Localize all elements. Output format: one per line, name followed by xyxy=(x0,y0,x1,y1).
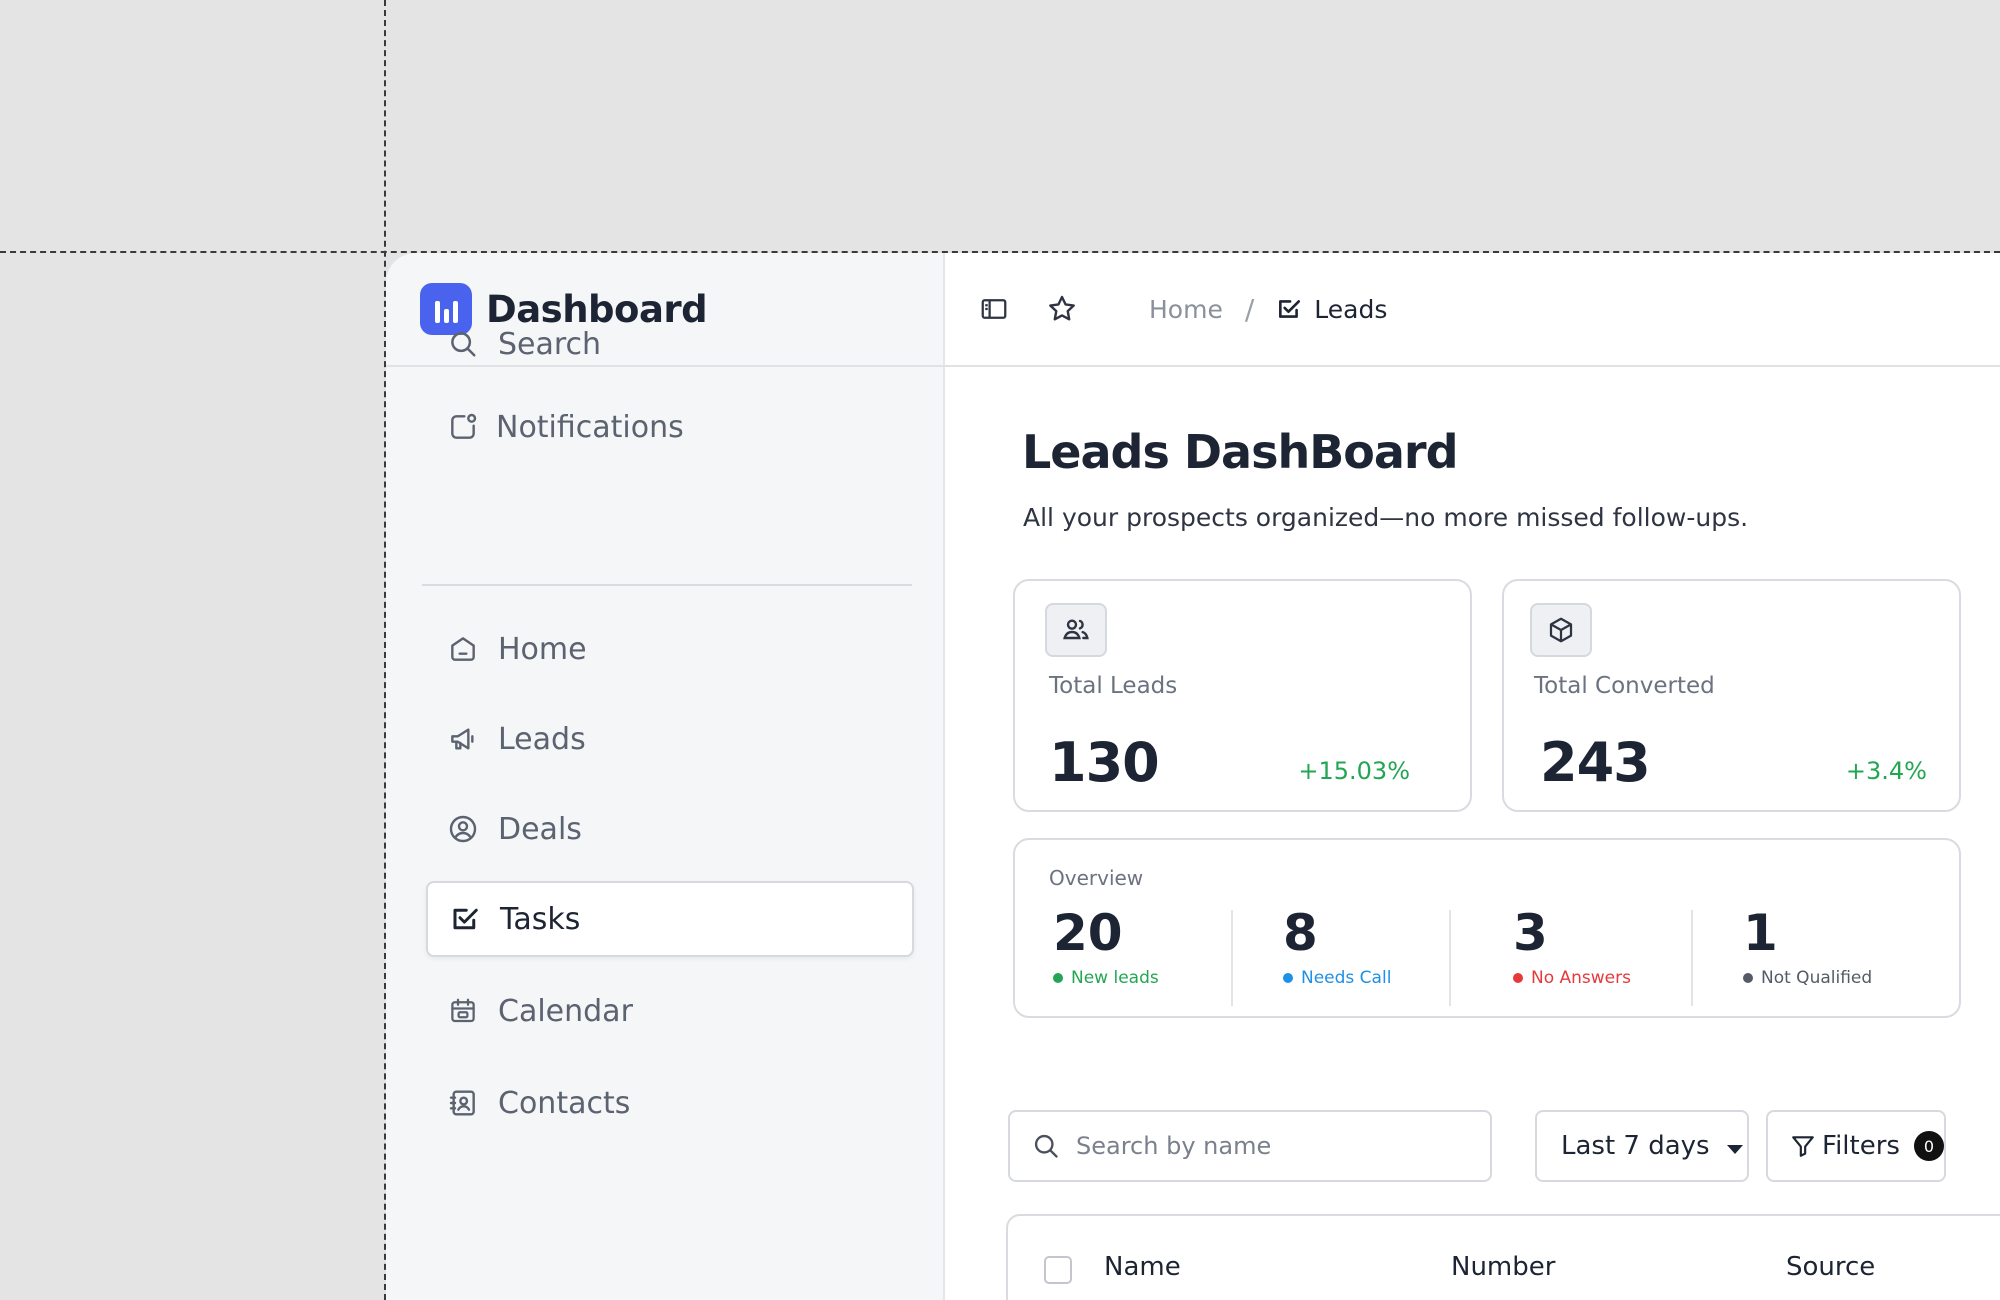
caret-down-icon xyxy=(1726,1143,1744,1155)
sidebar-item-label: Search xyxy=(498,326,602,362)
sidebar-item-label: Notifications xyxy=(496,409,684,445)
sidebar-toggle-icon[interactable] xyxy=(977,292,1011,326)
box-icon xyxy=(1530,603,1592,657)
stat-card-total-leads: Total Leads 130 +15.03% xyxy=(1013,579,1472,812)
overview-tag: No Answers xyxy=(1513,968,1631,988)
stat-change: +3.4% xyxy=(1845,757,1927,785)
notification-icon xyxy=(446,410,480,444)
app-window: Dashboard Search Notifications Home Lead… xyxy=(386,253,2000,1300)
overview-tag: Not Qualified xyxy=(1743,968,1872,988)
overview-value: 1 xyxy=(1743,904,1778,962)
stat-change: +15.03% xyxy=(1298,757,1410,785)
sidebar-item-search[interactable]: Search xyxy=(426,306,914,382)
stat-label: Total Leads xyxy=(1049,673,1178,699)
breadcrumb: Home / Leads xyxy=(1113,293,1387,326)
filter-icon xyxy=(1790,1133,1816,1159)
home-icon xyxy=(446,632,480,666)
megaphone-icon xyxy=(446,722,480,756)
filters-button[interactable]: Filters 0 xyxy=(1766,1110,1946,1182)
overview-card: Overview 20 New leads 8 Needs Call 3 No … xyxy=(1013,838,1961,1018)
select-all-checkbox[interactable] xyxy=(1044,1256,1072,1284)
overview-tag: Needs Call xyxy=(1283,968,1391,988)
status-dot xyxy=(1053,973,1063,983)
leads-table: Name Number Source xyxy=(1006,1214,2000,1300)
overview-item-no-answers: 3 No Answers xyxy=(1513,904,1631,988)
sidebar-divider xyxy=(422,584,912,586)
overview-value: 20 xyxy=(1053,904,1123,962)
star-icon[interactable] xyxy=(1045,292,1079,326)
filters-count-badge: 0 xyxy=(1913,1131,1944,1161)
sidebar-item-leads[interactable]: Leads xyxy=(426,701,914,777)
breadcrumb-separator: / xyxy=(1244,292,1255,326)
overview-value: 3 xyxy=(1513,904,1548,962)
overview-label: Overview xyxy=(1049,866,1144,890)
sidebar-item-home[interactable]: Home xyxy=(426,611,914,687)
stat-card-total-converted: Total Converted 243 +3.4% xyxy=(1502,579,1961,812)
checkbox-icon xyxy=(1276,296,1302,322)
search-icon xyxy=(1032,1132,1060,1160)
overview-divider xyxy=(1449,910,1451,1006)
overview-item-needs-call: 8 Needs Call xyxy=(1283,904,1391,988)
sidebar: Dashboard Search Notifications Home Lead… xyxy=(386,253,945,1300)
search-input[interactable]: Search by name xyxy=(1008,1110,1492,1182)
search-icon xyxy=(446,327,480,361)
overview-item-new-leads: 20 New leads xyxy=(1053,904,1159,988)
users-icon xyxy=(1045,603,1107,657)
page-title: Leads DashBoard xyxy=(1022,425,1459,479)
sidebar-item-label: Deals xyxy=(498,811,582,847)
filters-label: Filters xyxy=(1822,1131,1900,1161)
contact-book-icon xyxy=(446,1086,480,1120)
overview-tag-label: Needs Call xyxy=(1301,968,1392,988)
status-dot xyxy=(1743,973,1753,983)
column-header-number[interactable]: Number xyxy=(1451,1252,1555,1282)
overview-tag: New leads xyxy=(1053,968,1159,988)
date-range-label: Last 7 days xyxy=(1561,1131,1710,1161)
sidebar-item-deals[interactable]: Deals xyxy=(426,791,914,867)
search-placeholder: Search by name xyxy=(1076,1132,1272,1160)
page-subtitle: All your prospects organized—no more mis… xyxy=(1023,503,1749,532)
status-dot xyxy=(1513,973,1523,983)
overview-tag-label: New leads xyxy=(1071,968,1159,988)
sidebar-item-notifications[interactable]: Notifications xyxy=(426,389,914,465)
overview-item-not-qualified: 1 Not Qualified xyxy=(1743,904,1872,988)
user-circle-icon xyxy=(446,812,480,846)
top-bar: Home / Leads xyxy=(945,253,2000,367)
stat-label: Total Converted xyxy=(1534,673,1715,699)
sidebar-item-contacts[interactable]: Contacts xyxy=(426,1065,914,1141)
column-header-name[interactable]: Name xyxy=(1104,1252,1181,1282)
stat-value: 243 xyxy=(1540,731,1651,794)
sidebar-item-label: Contacts xyxy=(498,1085,631,1121)
overview-divider xyxy=(1691,910,1693,1006)
column-header-source[interactable]: Source xyxy=(1786,1252,1875,1282)
sidebar-item-label: Tasks xyxy=(500,901,581,937)
breadcrumb-current: Leads xyxy=(1276,295,1387,324)
sidebar-item-calendar[interactable]: Calendar xyxy=(426,973,914,1049)
status-dot xyxy=(1283,973,1293,983)
date-range-dropdown[interactable]: Last 7 days xyxy=(1535,1110,1749,1182)
overview-divider xyxy=(1231,910,1233,1006)
overview-value: 8 xyxy=(1283,904,1318,962)
sidebar-item-tasks[interactable]: Tasks xyxy=(426,881,914,957)
overview-tag-label: No Answers xyxy=(1531,968,1631,988)
sidebar-item-label: Home xyxy=(498,631,587,667)
breadcrumb-current-label: Leads xyxy=(1314,294,1388,324)
calendar-icon xyxy=(446,994,480,1028)
stat-value: 130 xyxy=(1049,731,1160,794)
breadcrumb-home[interactable]: Home xyxy=(1149,295,1223,324)
checkbox-icon xyxy=(448,902,482,936)
sidebar-item-label: Calendar xyxy=(498,993,633,1029)
sidebar-item-label: Leads xyxy=(498,721,586,757)
overview-tag-label: Not Qualified xyxy=(1761,968,1873,988)
